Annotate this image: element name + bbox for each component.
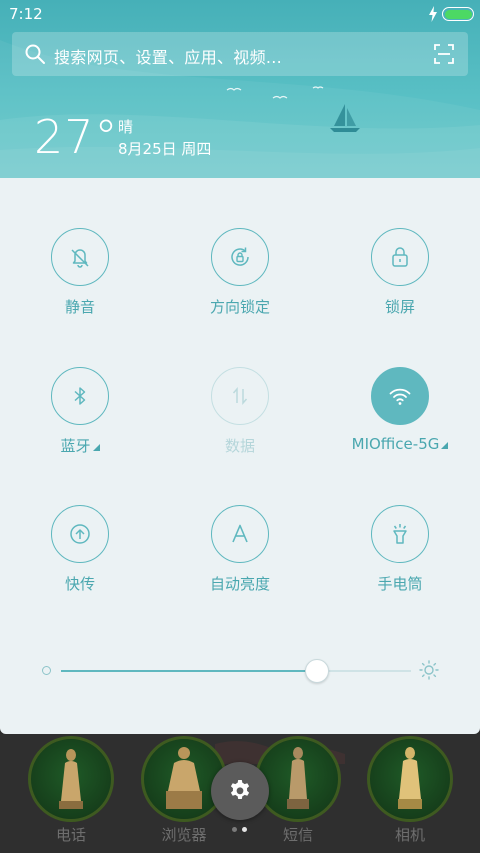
dock-label-phone: 电话 <box>55 826 86 844</box>
tile-auto-brightness-label: 自动亮度 <box>209 575 270 593</box>
brightness-fill <box>61 670 317 672</box>
brightness-slider[interactable] <box>0 648 480 692</box>
bell-off-icon <box>71 249 89 268</box>
clock: 7:12 <box>9 5 43 23</box>
tile-wifi[interactable]: MIOffice-5G <box>320 367 480 477</box>
brightness-low-icon <box>42 666 51 675</box>
tile-quick-share-label: 快传 <box>64 575 95 593</box>
statue-icon <box>398 747 422 809</box>
brightness-high-icon <box>419 660 439 680</box>
page-indicator <box>232 827 250 833</box>
page-dot <box>232 827 237 832</box>
tile-rotation-lock[interactable]: 方向锁定 <box>160 228 320 338</box>
scan-icon[interactable] <box>434 44 454 64</box>
camera-app-icon[interactable] <box>367 736 453 822</box>
tile-mute[interactable]: 静音 <box>0 228 160 338</box>
page-dot-active <box>242 827 247 832</box>
tile-bluetooth-label: 蓝牙 <box>60 435 100 456</box>
tile-wifi-label: MIOffice-5G <box>352 435 449 453</box>
dock-label-camera: 相机 <box>394 826 425 844</box>
birds-decoration <box>226 86 324 99</box>
statue-icon <box>166 747 202 809</box>
battery-icon <box>442 7 474 21</box>
dock-app-phone[interactable]: 电话 <box>28 736 114 846</box>
bluetooth-icon <box>74 387 86 405</box>
tile-flashlight[interactable]: 手电筒 <box>320 505 480 615</box>
brightness-thumb[interactable] <box>304 659 329 683</box>
auto-brightness-icon <box>232 524 248 543</box>
statue-icon <box>59 749 83 809</box>
quick-settings-panel: 静音 方向锁定 锁屏 蓝牙 数据 MIOffice-5G 快传 自动亮度 手电筒 <box>0 178 480 734</box>
phone-app-icon[interactable] <box>28 736 114 822</box>
wifi-icon <box>389 388 411 405</box>
tile-wifi-toggle[interactable] <box>371 367 429 425</box>
tile-mobile-data[interactable]: 数据 <box>160 367 320 477</box>
tile-auto-brightness-toggle[interactable] <box>211 505 269 563</box>
status-bar: 7:12 <box>0 0 480 28</box>
tile-mute-label: 静音 <box>64 298 95 316</box>
dock-app-camera[interactable]: 相机 <box>367 736 453 846</box>
tile-flashlight-toggle[interactable] <box>371 505 429 563</box>
tile-quick-share-toggle[interactable] <box>51 505 109 563</box>
tile-flashlight-label: 手电筒 <box>377 575 423 593</box>
sailboat-decoration <box>330 104 360 132</box>
weather-date: 8月25日 周四 <box>118 140 212 158</box>
tile-mobile-data-label: 数据 <box>224 437 255 455</box>
settings-button[interactable] <box>211 762 269 820</box>
search-icon <box>25 44 45 64</box>
gear-icon <box>230 780 250 799</box>
tile-quick-share[interactable]: 快传 <box>0 505 160 615</box>
rotation-lock-icon <box>231 247 249 266</box>
quick-share-icon <box>70 524 90 544</box>
battery-level <box>444 9 472 19</box>
submenu-indicator[interactable] <box>441 442 449 449</box>
statue-icon <box>287 747 309 809</box>
messages-app-icon[interactable] <box>255 736 341 822</box>
tile-bluetooth-toggle[interactable] <box>51 367 109 425</box>
notification-header: 7:12 搜索网页、设置、应用、视频... 27° 晴 8月25日 周四 <box>0 0 480 178</box>
tile-lock-screen-toggle[interactable] <box>371 228 429 286</box>
tile-auto-brightness[interactable]: 自动亮度 <box>160 505 320 615</box>
tile-lock-screen-label: 锁屏 <box>384 298 415 316</box>
dock-label-messages: 短信 <box>282 826 313 844</box>
weather-condition: 晴 <box>118 118 134 136</box>
submenu-indicator[interactable] <box>92 444 100 451</box>
dock-label-browser: 浏览器 <box>161 826 207 844</box>
tile-rotation-lock-toggle[interactable] <box>211 228 269 286</box>
tile-rotation-lock-label: 方向锁定 <box>209 298 270 316</box>
charging-icon <box>429 6 437 22</box>
tile-mobile-data-toggle[interactable] <box>211 367 269 425</box>
search-bar[interactable]: 搜索网页、设置、应用、视频... <box>12 32 468 76</box>
brightness-track[interactable] <box>61 670 411 672</box>
lock-icon <box>392 247 408 267</box>
tile-bluetooth[interactable]: 蓝牙 <box>0 367 160 477</box>
tile-mute-toggle[interactable] <box>51 228 109 286</box>
mobile-data-icon <box>232 387 248 405</box>
temperature: 27° <box>34 110 119 164</box>
tile-lock-screen[interactable]: 锁屏 <box>320 228 480 338</box>
search-input[interactable]: 搜索网页、设置、应用、视频... <box>54 44 282 68</box>
flashlight-icon <box>393 524 407 544</box>
